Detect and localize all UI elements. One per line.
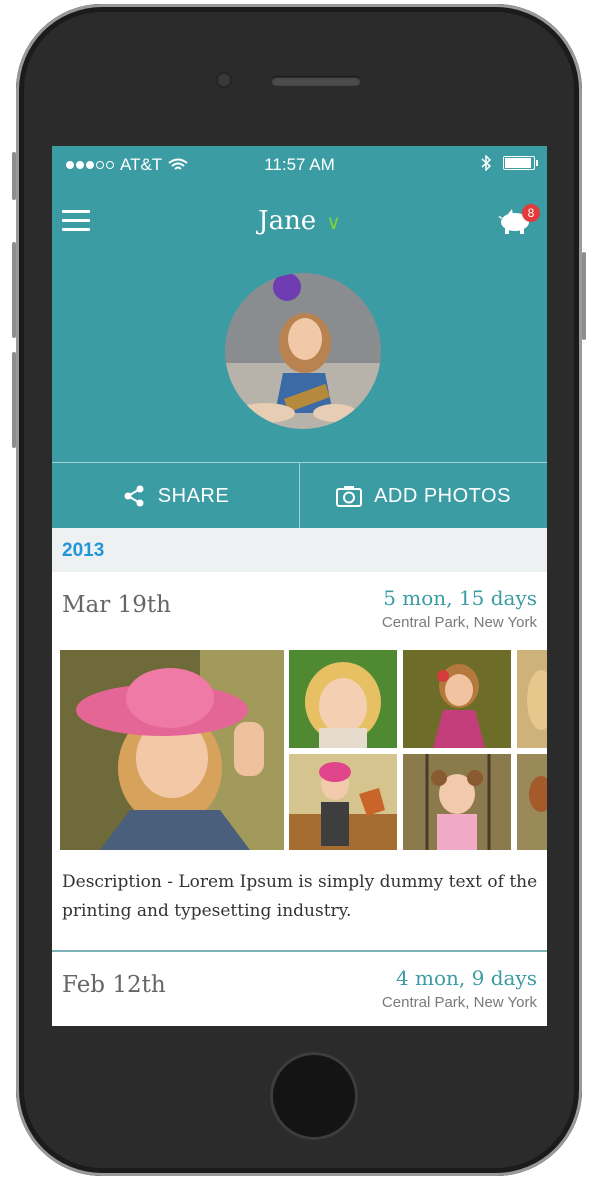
photo-thumbnail[interactable] (403, 754, 511, 850)
volume-down-button (12, 352, 16, 448)
action-bar: SHARE ADD PHOTOS (52, 462, 547, 529)
photo-thumbnail[interactable] (403, 650, 511, 748)
entry-location: Central Park, New York (381, 614, 537, 631)
photo-thumbnail[interactable] (517, 754, 547, 850)
entry-date: Feb 12th (62, 972, 166, 998)
year-header: 2013 (52, 528, 547, 572)
entry-header[interactable]: Feb 12th 4 mon, 9 days Central Park, New… (52, 952, 547, 1012)
app-screen: AT&T 11:57 AM Jane ∨ 8 SHARE ADD PHOTOS … (52, 146, 547, 1026)
notification-badge: 8 (522, 204, 540, 222)
entry-location: Central Park, New York (381, 994, 537, 1011)
child-name: Jane (258, 206, 317, 236)
home-button[interactable] (270, 1052, 358, 1140)
front-camera (216, 72, 232, 88)
share-label: SHARE (157, 484, 230, 507)
battery-icon (503, 156, 538, 170)
child-selector[interactable]: Jane ∨ (52, 206, 547, 236)
photo-grid (60, 650, 547, 850)
share-icon (122, 484, 146, 508)
entry-header[interactable]: Mar 19th 5 mon, 15 days Central Park, Ne… (52, 572, 547, 632)
entry-age: 4 mon, 9 days (395, 966, 537, 990)
photo-thumbnail[interactable] (289, 754, 397, 850)
add-photos-label: ADD PHOTOS (374, 484, 511, 507)
year-label: 2013 (62, 540, 105, 561)
bluetooth-icon (481, 155, 491, 171)
mute-switch (12, 152, 16, 200)
profile-header: AT&T 11:57 AM Jane ∨ 8 (52, 146, 547, 462)
photo-thumbnail[interactable] (289, 650, 397, 748)
volume-up-button (12, 242, 16, 338)
photo-thumbnail[interactable] (517, 650, 547, 748)
profile-avatar[interactable] (225, 273, 381, 429)
entry-age: 5 mon, 15 days (383, 586, 537, 610)
entry-date: Mar 19th (62, 592, 171, 618)
chevron-down-icon: ∨ (326, 210, 341, 234)
share-button[interactable]: SHARE (52, 463, 299, 529)
camera-icon (336, 485, 363, 507)
earpiece-speaker (271, 76, 361, 86)
clock: 11:57 AM (264, 155, 335, 174)
entry-description: Description - Lorem Ipsum is simply dumm… (62, 872, 538, 921)
status-bar: AT&T 11:57 AM (52, 146, 547, 184)
add-photos-button[interactable]: ADD PHOTOS (299, 463, 547, 529)
power-button (582, 252, 586, 340)
photo-thumbnail[interactable] (60, 650, 284, 850)
